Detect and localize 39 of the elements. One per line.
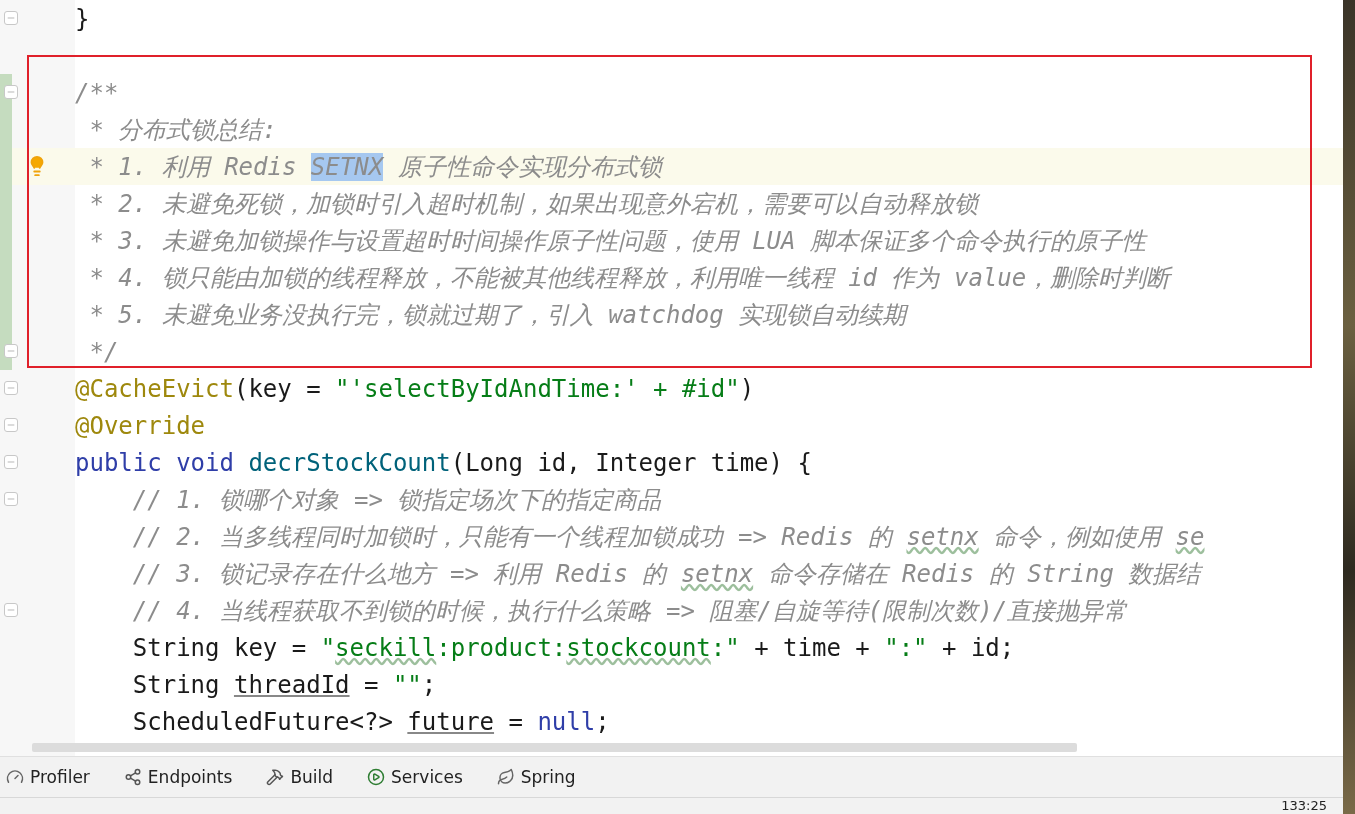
code-editor[interactable]	[0, 0, 1343, 756]
tool-window-button[interactable]: Build	[266, 767, 334, 787]
tool-window-button[interactable]: Endpoints	[123, 767, 233, 787]
play-icon	[367, 768, 386, 786]
tool-window-button[interactable]: Profiler	[6, 767, 90, 787]
code-line: * 3. 未避免加锁操作与设置超时时间操作原子性问题，使用 LUA 脚本保证多个命令执行的原子性	[88, 225, 1146, 257]
code-line: * 5. 未避免业务没执行完，锁就过期了，引入 watchdog 实现锁自动续期	[88, 299, 907, 331]
code-line: // 4. 当线程获取不到锁的时候，执行什么策略 => 阻塞/自旋等待(限制次数)/直接抛异常	[131, 595, 1128, 627]
fold-icon[interactable]	[4, 455, 18, 469]
code-line: * 2. 未避免死锁，加锁时引入超时机制，如果出现意外宕机，需要可以自动释放锁	[88, 188, 978, 220]
code-line: // 2. 当多线程同时加锁时，只能有一个线程加锁成功 => Redis 的 setnx 命令，例如使用 se	[131, 521, 1205, 553]
fold-icon[interactable]	[4, 381, 18, 395]
fold-icon[interactable]	[4, 492, 18, 506]
code-line: String key = "seckill:product:stockcount:" + time + ":" + id;	[131, 633, 1015, 662]
leaf-icon	[496, 768, 515, 786]
code-line: /**	[75, 78, 119, 107]
code-line: // 1. 锁哪个对象 => 锁指定场次下的指定商品	[131, 484, 662, 516]
tool-window-button[interactable]: Spring	[496, 767, 576, 787]
horizontal-scrollbar[interactable]	[32, 743, 1077, 752]
code-line: @CacheEvict(key = "'selectByIdAndTime:' + #id")	[75, 374, 755, 403]
code-line: }	[75, 4, 90, 33]
hammer-icon	[266, 768, 285, 786]
code-line: String threadId = "";	[131, 670, 437, 699]
code-line: // 3. 锁记录存在什么地方 => 利用 Redis 的 setnx 命令存储在 Redis 的 String 数据结	[131, 558, 1201, 590]
fold-icon[interactable]	[4, 603, 18, 617]
cursor-position[interactable]: 133:25	[1281, 798, 1327, 814]
fold-icon[interactable]	[4, 418, 18, 432]
code-line: ScheduledFuture<?> future = null;	[131, 707, 610, 736]
fold-icon[interactable]	[4, 85, 18, 99]
code-line: public void decrStockCount(Long id, Integer time) {	[75, 448, 812, 477]
fold-icon[interactable]	[4, 11, 18, 25]
gauge-icon	[6, 768, 24, 786]
code-line: */	[88, 337, 119, 366]
fold-icon[interactable]	[4, 344, 18, 358]
code-line: * 4. 锁只能由加锁的线程释放，不能被其他线程释放，利用唯一线程 id 作为 value，删除时判断	[88, 262, 1171, 294]
nodes-icon	[123, 768, 142, 786]
code-line: @Override	[75, 411, 206, 440]
code-line: * 分布式锁总结:	[88, 114, 277, 146]
tool-window-button[interactable]: Services	[367, 767, 463, 787]
